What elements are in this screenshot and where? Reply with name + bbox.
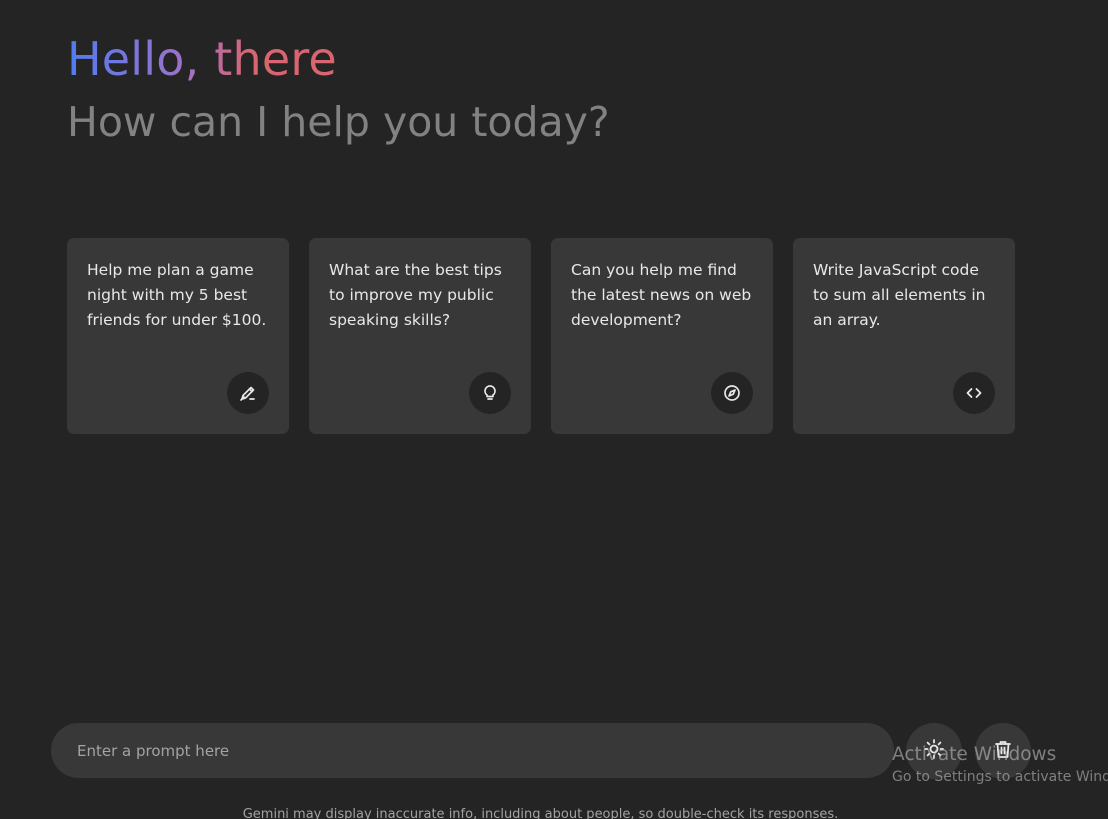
prompt-input[interactable]: [75, 740, 870, 761]
light-mode-icon: [922, 737, 946, 765]
theme-toggle-button[interactable]: [906, 723, 962, 779]
suggestion-card-public-speaking[interactable]: What are the best tips to improve my pub…: [309, 238, 531, 434]
draw-icon: [227, 372, 269, 414]
suggestion-text: Write JavaScript code to sum all element…: [813, 261, 986, 329]
delete-icon: [992, 738, 1014, 764]
disclaimer-text: Gemini may display inaccurate info, incl…: [242, 807, 839, 819]
chat-page: Hello, there How can I help you today? H…: [0, 0, 1108, 819]
lightbulb-icon: [469, 372, 511, 414]
suggestion-card-game-night[interactable]: Help me plan a game night with my 5 best…: [67, 238, 289, 434]
explore-icon: [711, 372, 753, 414]
suggestion-text: Can you help me find the latest news on …: [571, 261, 752, 329]
delete-chats-button[interactable]: [975, 723, 1031, 779]
suggestion-card-web-news[interactable]: Can you help me find the latest news on …: [551, 238, 773, 434]
suggestion-text: Help me plan a game night with my 5 best…: [87, 261, 267, 329]
code-icon: [953, 372, 995, 414]
suggestion-card-javascript-code[interactable]: Write JavaScript code to sum all element…: [793, 238, 1015, 434]
prompt-bar: [51, 723, 894, 778]
suggestion-list: Help me plan a game night with my 5 best…: [67, 238, 1015, 434]
suggestion-text: What are the best tips to improve my pub…: [329, 261, 502, 329]
greeting-subtitle: How can I help you today?: [67, 98, 610, 146]
greeting-title: Hello, there: [67, 28, 337, 90]
